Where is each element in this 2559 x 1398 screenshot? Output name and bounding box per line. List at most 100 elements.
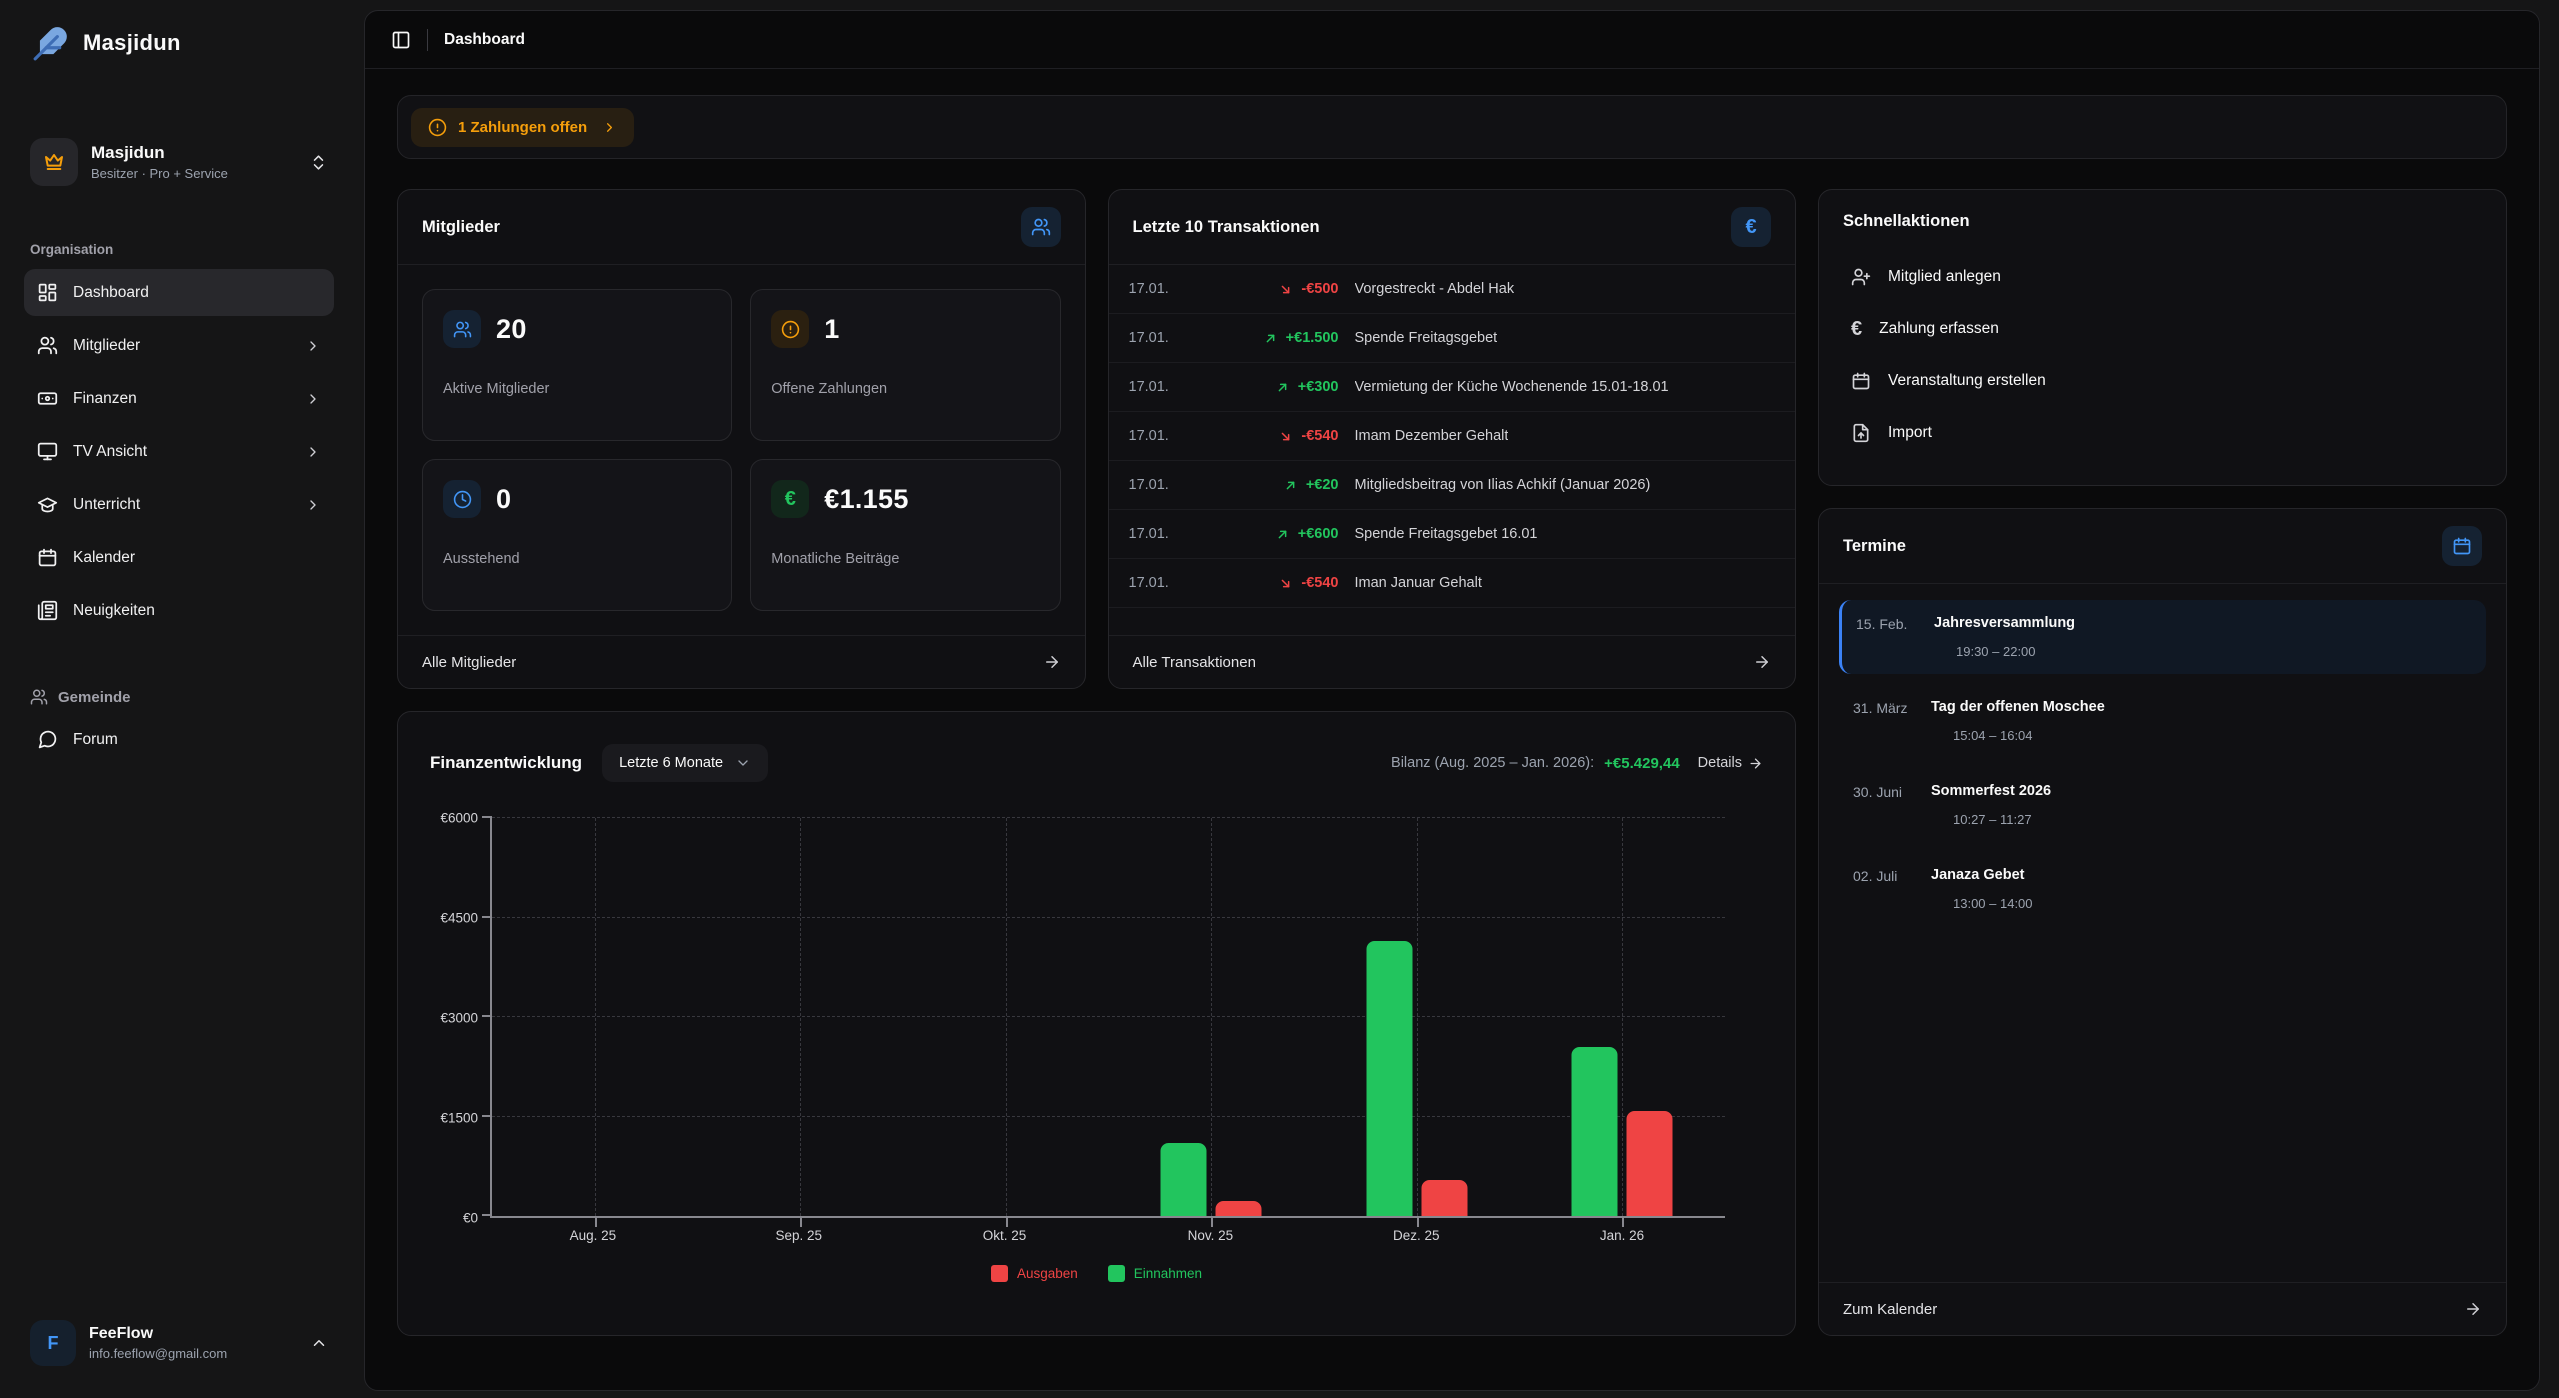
transaction-description: Vermietung der Küche Wochenende 15.01-18…	[1355, 379, 1669, 395]
sidebar-item-forum[interactable]: Forum	[24, 716, 334, 763]
chart-plot-area	[490, 818, 1725, 1218]
chevron-right-icon	[602, 120, 617, 135]
trend-up-icon	[1263, 331, 1278, 346]
transaction-amount: -€540	[1301, 575, 1338, 591]
graduation-cap-icon	[37, 494, 58, 515]
bar-ausgaben	[1627, 1111, 1673, 1216]
legend-swatch	[1108, 1265, 1125, 1282]
balance-value: +€5.429,44	[1604, 755, 1680, 772]
quick-actions-title: Schnellaktionen	[1843, 212, 2482, 231]
users-icon	[443, 310, 481, 348]
transactions-list: 17.01. -€500 Vorgestreckt - Abdel Hak 17…	[1109, 265, 1796, 608]
event-date: 31. März	[1853, 699, 1931, 743]
page-title: Dashboard	[444, 31, 525, 49]
sidebar-item-unterricht[interactable]: Unterricht	[24, 481, 334, 528]
bar-einnahmen	[1572, 1047, 1618, 1216]
transaction-date: 17.01.	[1129, 281, 1211, 297]
stat-value: 0	[496, 484, 511, 515]
event-row[interactable]: 31. März Tag der offenen Moschee 15:04 –…	[1839, 684, 2486, 758]
monitor-icon	[37, 441, 58, 462]
chart-y-axis-labels: €0€1500€3000€4500€6000	[426, 818, 490, 1218]
chevron-up-icon	[310, 1334, 328, 1352]
transaction-row[interactable]: 17.01. +€600 Spende Freitagsgebet 16.01	[1109, 510, 1796, 559]
calendar-icon	[2442, 526, 2482, 566]
to-calendar-link[interactable]: Zum Kalender	[1819, 1282, 2506, 1335]
sidebar-item-tv-ansicht[interactable]: TV Ansicht	[24, 428, 334, 475]
app-root: Masjidun Masjidun Besitzer · Pro + Servi…	[0, 0, 2559, 1398]
bar-einnahmen	[1366, 941, 1412, 1216]
brand-name: Masjidun	[83, 30, 181, 56]
sidebar-item-label: Finanzen	[73, 390, 137, 408]
bar-ausgaben	[1216, 1201, 1262, 1216]
dashboard-grid-icon	[37, 282, 58, 303]
stat-monthly-fees: € €1.155 Monatliche Beiträge	[750, 459, 1060, 611]
event-date: 15. Feb.	[1856, 615, 1934, 659]
transaction-row[interactable]: 17.01. +€1.500 Spende Freitagsgebet	[1109, 314, 1796, 363]
sidebar: Masjidun Masjidun Besitzer · Pro + Servi…	[0, 0, 358, 1398]
stat-pending: 0 Ausstehend	[422, 459, 732, 611]
users-icon	[37, 335, 58, 356]
transaction-description: Imam Dezember Gehalt	[1355, 428, 1509, 444]
event-row[interactable]: 15. Feb. Jahresversammlung 19:30 – 22:00	[1839, 600, 2486, 674]
transaction-date: 17.01.	[1129, 575, 1211, 591]
crown-icon	[30, 138, 78, 186]
sidebar-toggle-icon[interactable]	[391, 30, 411, 50]
details-link-label: Details	[1698, 755, 1742, 771]
transaction-description: Spende Freitagsgebet	[1355, 330, 1498, 346]
action-import[interactable]: Import	[1843, 407, 2482, 459]
transaction-description: Mitgliedsbeitrag von Ilias Achkif (Janua…	[1355, 477, 1651, 493]
transaction-row[interactable]: 17.01. -€540 Iman Januar Gehalt	[1109, 559, 1796, 608]
bar-ausgaben	[1421, 1180, 1467, 1216]
event-row[interactable]: 30. Juni Sommerfest 2026 10:27 – 11:27	[1839, 768, 2486, 842]
sidebar-item-label: Forum	[73, 731, 118, 749]
stat-active-members: 20 Aktive Mitglieder	[422, 289, 732, 441]
arrow-right-icon	[1753, 653, 1771, 671]
transaction-row[interactable]: 17.01. -€500 Vorgestreckt - Abdel Hak	[1109, 265, 1796, 314]
action-create-member[interactable]: Mitglied anlegen	[1843, 251, 2482, 303]
range-select[interactable]: Letzte 6 Monate	[602, 744, 768, 782]
event-time: 10:27 – 11:27	[1953, 812, 2051, 827]
all-transactions-link[interactable]: Alle Transaktionen	[1109, 635, 1796, 688]
finance-chart-card: Finanzentwicklung Letzte 6 Monate Bilanz…	[397, 711, 1796, 1336]
transaction-row[interactable]: 17.01. -€540 Imam Dezember Gehalt	[1109, 412, 1796, 461]
transaction-row[interactable]: 17.01. +€20 Mitgliedsbeitrag von Ilias A…	[1109, 461, 1796, 510]
sidebar-user-menu[interactable]: F FeeFlow info.feeflow@gmail.com	[24, 1316, 334, 1370]
euro-icon: €	[1731, 207, 1771, 247]
sidebar-item-kalender[interactable]: Kalender	[24, 534, 334, 581]
legend-swatch	[991, 1265, 1008, 1282]
open-payments-alert[interactable]: 1 Zahlungen offen	[411, 108, 634, 147]
feather-logo-icon	[32, 24, 70, 62]
bar-chart: €0€1500€3000€4500€6000	[426, 818, 1767, 1218]
sidebar-item-finanzen[interactable]: Finanzen	[24, 375, 334, 422]
org-switcher[interactable]: Masjidun Besitzer · Pro + Service	[24, 134, 334, 190]
transaction-amount: +€20	[1306, 477, 1339, 493]
transactions-card: Letzte 10 Transaktionen € 17.01. -€500 V…	[1108, 189, 1797, 689]
alert-circle-icon	[428, 118, 447, 137]
sidebar-item-neuigkeiten[interactable]: Neuigkeiten	[24, 587, 334, 634]
action-create-event[interactable]: Veranstaltung erstellen	[1843, 355, 2482, 407]
user-email: info.feeflow@gmail.com	[89, 1346, 227, 1361]
sidebar-item-label: TV Ansicht	[73, 443, 147, 461]
chevron-right-icon	[305, 497, 321, 513]
event-title: Sommerfest 2026	[1931, 783, 2051, 799]
event-time: 15:04 – 16:04	[1953, 728, 2105, 743]
action-record-payment[interactable]: € Zahlung erfassen	[1843, 303, 2482, 355]
event-title: Tag der offenen Moschee	[1931, 699, 2105, 715]
action-label: Veranstaltung erstellen	[1888, 372, 2046, 390]
footer-link-label: Alle Transaktionen	[1133, 654, 1256, 671]
trend-down-icon	[1278, 282, 1293, 297]
details-link[interactable]: Details	[1698, 755, 1763, 771]
sidebar-item-mitglieder[interactable]: Mitglieder	[24, 322, 334, 369]
all-members-link[interactable]: Alle Mitglieder	[398, 635, 1085, 688]
transaction-date: 17.01.	[1129, 379, 1211, 395]
transaction-amount: +€300	[1298, 379, 1339, 395]
avatar: F	[30, 1320, 76, 1366]
sidebar-item-dashboard[interactable]: Dashboard	[24, 269, 334, 316]
transaction-row[interactable]: 17.01. +€300 Vermietung der Küche Wochen…	[1109, 363, 1796, 412]
chevron-right-icon	[305, 391, 321, 407]
event-row[interactable]: 02. Juli Janaza Gebet 13:00 – 14:00	[1839, 852, 2486, 926]
balance-label: Bilanz (Aug. 2025 – Jan. 2026):	[1391, 755, 1594, 771]
sidebar-section-gemeinde[interactable]: Gemeinde	[30, 688, 328, 706]
footer-link-label: Alle Mitglieder	[422, 654, 516, 671]
chart-x-axis-labels: Aug. 25Sep. 25Okt. 25Nov. 25Dez. 25Jan. …	[490, 1228, 1725, 1243]
